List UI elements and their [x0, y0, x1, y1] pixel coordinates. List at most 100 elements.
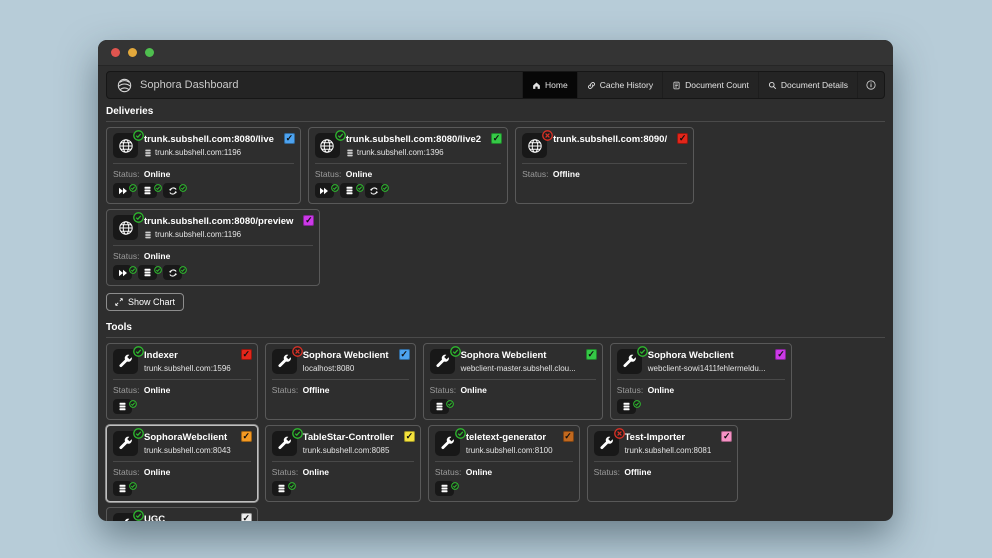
delivery-actions — [522, 183, 687, 198]
publish-forward-button[interactable] — [113, 183, 137, 198]
delivery-subtitle: trunk.subshell.com:1196 — [144, 148, 274, 157]
delivery-checkbox[interactable] — [283, 133, 295, 144]
tool-card: Sophora Webclient webclient-master.subsh… — [422, 343, 603, 420]
server-stack-button[interactable] — [271, 481, 296, 496]
tool-title: Sophora Webclient — [647, 350, 734, 361]
tool-card-header: Test-Importer trunk.subshell.com:8081 — [593, 428, 733, 462]
sync-button[interactable] — [163, 183, 187, 198]
check-mini-badge — [129, 395, 137, 408]
online-check-badge — [449, 344, 461, 357]
status-value: Online — [143, 385, 171, 395]
wrench-icon — [113, 346, 144, 374]
show-chart-button[interactable]: Show Chart — [106, 293, 185, 311]
tool-title: Indexer — [144, 350, 178, 361]
tool-card-header: teletext-generator trunk.subshell.com:81… — [434, 428, 574, 462]
tool-subtitle: trunk.subshell.com:8043 — [144, 446, 231, 455]
delivery-actions — [113, 265, 313, 280]
nav-item-cache-history[interactable]: Cache History — [576, 72, 662, 98]
fast-forward-icon — [118, 187, 127, 194]
minimize-button[interactable] — [128, 48, 137, 57]
tool-actions — [429, 399, 596, 414]
server-stack-button[interactable] — [138, 265, 162, 280]
tool-checkbox[interactable] — [562, 431, 574, 442]
sync-button[interactable] — [163, 265, 187, 280]
tool-checkbox[interactable] — [240, 349, 252, 360]
check-mini-badge — [179, 179, 187, 192]
delivery-checkbox[interactable] — [303, 215, 315, 226]
delivery-card-header: trunk.subshell.com:8080/preview trunk.su… — [113, 212, 315, 246]
sync-button[interactable] — [364, 183, 389, 198]
tool-checkbox[interactable] — [403, 431, 415, 442]
tool-card: Test-Importer trunk.subshell.com:8081 St… — [586, 425, 739, 502]
status-row: Status: Online — [113, 467, 251, 477]
tool-checkbox[interactable] — [240, 513, 252, 521]
delivery-host: trunk.subshell.com:1196 — [155, 230, 242, 239]
server-stack-button[interactable] — [616, 399, 641, 414]
server-stack-button[interactable] — [434, 481, 459, 496]
tool-card-text: Test-Importer trunk.subshell.com:8081 — [625, 431, 712, 456]
delivery-title: trunk.subshell.com:8080/live — [144, 134, 274, 145]
close-button[interactable] — [111, 48, 120, 57]
delivery-checkbox[interactable] — [491, 133, 503, 144]
publish-forward-button[interactable] — [113, 265, 137, 280]
server-stack-button[interactable] — [113, 399, 137, 414]
check-mini-badge — [331, 179, 339, 192]
status-value: Offline — [302, 385, 330, 395]
tool-card-text: UGC trunk.subshell.com:1694 — [144, 513, 231, 521]
nav-item-document-count[interactable]: Document Count — [662, 72, 758, 98]
fast-forward-icon — [118, 269, 127, 276]
globe-icon — [113, 212, 144, 240]
nav-item-label: Document Details — [780, 80, 848, 90]
tool-checkbox[interactable] — [721, 431, 733, 442]
status-row: Status: Online — [113, 169, 294, 179]
tools-section-title: Tools — [106, 320, 885, 338]
tool-title: TableStar-Controller — [302, 432, 394, 443]
maximize-button[interactable] — [145, 48, 154, 57]
server-stack-button[interactable] — [113, 481, 137, 496]
status-row: Status: Online — [272, 467, 414, 477]
server-stack-button[interactable] — [429, 399, 454, 414]
publish-forward-button[interactable] — [314, 183, 339, 198]
check-mini-badge — [287, 477, 296, 490]
tool-subtitle: trunk.subshell.com:8081 — [625, 446, 712, 455]
status-value: Offline — [552, 169, 580, 179]
tool-actions — [113, 399, 251, 414]
tool-checkbox[interactable] — [240, 431, 252, 442]
server-stack-icon — [144, 186, 151, 195]
server-stack-icon — [436, 402, 443, 411]
status-value: Online — [143, 251, 171, 261]
tool-card-text: SophoraWebclient trunk.subshell.com:8043 — [144, 431, 231, 456]
online-check-badge — [133, 210, 144, 223]
delivery-card: trunk.subshell.com:8080/preview trunk.su… — [106, 209, 321, 286]
nav-item-document-details[interactable]: Document Details — [757, 72, 857, 98]
delivery-card-header: trunk.subshell.com:8090/ — [522, 130, 689, 164]
tool-checkbox[interactable] — [398, 349, 410, 360]
tool-subtitle: trunk.subshell.com:1596 — [144, 364, 231, 373]
tool-title: Sophora Webclient — [302, 350, 389, 361]
check-mini-badge — [129, 179, 137, 192]
delivery-card-header: trunk.subshell.com:8080/live2 trunk.subs… — [314, 130, 503, 164]
tool-checkbox[interactable] — [775, 349, 787, 360]
status-value: Online — [345, 169, 373, 179]
status-row: Status: Online — [113, 385, 251, 395]
tool-host: trunk.subshell.com:8085 — [302, 446, 390, 455]
check-mini-badge — [179, 261, 187, 274]
tool-checkbox[interactable] — [585, 349, 597, 360]
info-button[interactable] — [857, 72, 884, 98]
delivery-title: trunk.subshell.com:8080/live2 — [345, 134, 482, 145]
tool-actions — [616, 399, 786, 414]
status-row: Status: Online — [617, 385, 786, 395]
nav-item-home[interactable]: Home — [522, 72, 577, 98]
delivery-card: trunk.subshell.com:8080/live2 trunk.subs… — [307, 127, 509, 204]
tool-card: SophoraWebclient trunk.subshell.com:8043… — [106, 425, 258, 502]
delivery-checkbox[interactable] — [677, 133, 689, 144]
status-label: Status: — [113, 169, 140, 179]
globe-icon — [113, 130, 144, 158]
server-stack-button[interactable] — [339, 183, 364, 198]
tool-card: teletext-generator trunk.subshell.com:81… — [427, 425, 580, 502]
delivery-actions — [314, 183, 501, 198]
delivery-card: trunk.subshell.com:8080/live trunk.subsh… — [106, 127, 301, 204]
online-check-badge — [133, 128, 144, 141]
server-stack-button[interactable] — [138, 183, 162, 198]
tool-subtitle: trunk.subshell.com:8100 — [466, 446, 553, 455]
